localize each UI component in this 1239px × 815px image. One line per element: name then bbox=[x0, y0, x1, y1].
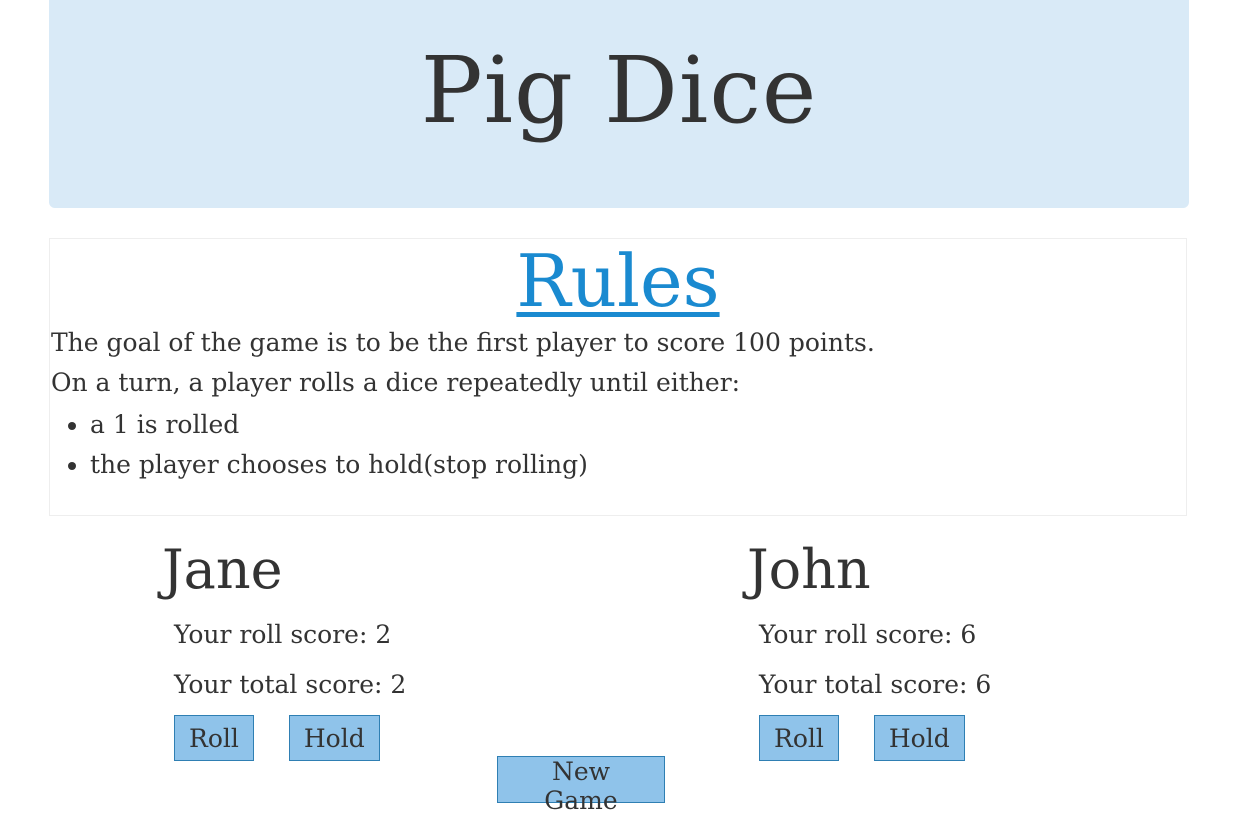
rules-line-2: On a turn, a player rolls a dice repeate… bbox=[51, 368, 741, 397]
player-actions: Roll Hold bbox=[174, 715, 582, 761]
roll-button[interactable]: Roll bbox=[174, 715, 254, 761]
roll-score-label: Your roll score: bbox=[174, 620, 376, 649]
total-score-line: Your total score: 2 bbox=[174, 660, 582, 710]
player-panel-jane: Jane Your roll score: 2 Your total score… bbox=[162, 530, 582, 761]
rules-heading: Rules bbox=[50, 239, 1186, 323]
rules-goal-text: The goal of the game is to be the first … bbox=[50, 323, 1186, 403]
player-actions: Roll Hold bbox=[759, 715, 1167, 761]
list-item: a 1 is rolled bbox=[90, 405, 1186, 445]
roll-score-label: Your roll score: bbox=[759, 620, 961, 649]
roll-score-value: 2 bbox=[375, 620, 392, 649]
rules-link[interactable]: Rules bbox=[516, 239, 719, 323]
player-name: Jane bbox=[162, 538, 283, 601]
header-banner: Pig Dice bbox=[49, 0, 1189, 208]
total-score-value: 6 bbox=[975, 670, 992, 699]
roll-score-line: Your roll score: 6 bbox=[759, 610, 1167, 660]
player-name: John bbox=[747, 538, 871, 601]
hold-button[interactable]: Hold bbox=[288, 715, 380, 761]
new-game-button[interactable]: New Game bbox=[497, 756, 665, 815]
rules-panel: Rules The goal of the game is to be the … bbox=[49, 238, 1187, 516]
total-score-label: Your total score: bbox=[759, 670, 976, 699]
total-score-value: 2 bbox=[390, 670, 407, 699]
player-panel-john: John Your roll score: 6 Your total score… bbox=[747, 530, 1167, 761]
roll-button[interactable]: Roll bbox=[759, 715, 839, 761]
rules-line-1: The goal of the game is to be the first … bbox=[51, 328, 875, 357]
hold-button[interactable]: Hold bbox=[873, 715, 965, 761]
roll-score-value: 6 bbox=[960, 620, 977, 649]
page-title: Pig Dice bbox=[420, 36, 818, 144]
total-score-label: Your total score: bbox=[174, 670, 391, 699]
total-score-line: Your total score: 6 bbox=[759, 660, 1167, 710]
rules-list: a 1 is rolled the player chooses to hold… bbox=[50, 405, 1186, 485]
roll-score-line: Your roll score: 2 bbox=[174, 610, 582, 660]
list-item: the player chooses to hold(stop rolling) bbox=[90, 445, 1186, 485]
